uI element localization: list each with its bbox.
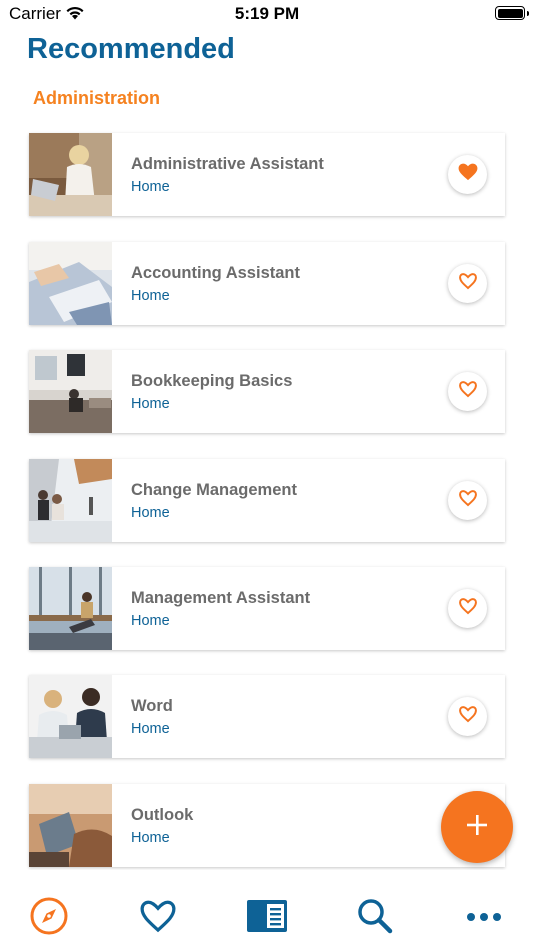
course-title: Administrative Assistant (131, 155, 324, 173)
tab-search[interactable] (353, 896, 397, 940)
tab-discover[interactable] (27, 896, 71, 940)
course-thumbnail (29, 675, 112, 758)
favorite-button[interactable] (448, 481, 487, 520)
course-title: Change Management (131, 481, 297, 499)
plus-icon (466, 814, 488, 841)
course-title: Word (131, 697, 173, 715)
course-thumbnail (29, 350, 112, 433)
course-thumbnail (29, 459, 112, 542)
tab-more[interactable] (462, 896, 506, 940)
course-category[interactable]: Home (131, 721, 170, 737)
course-thumbnail (29, 242, 112, 325)
course-category[interactable]: Home (131, 179, 170, 195)
more-icon (466, 909, 502, 927)
tab-bar (0, 870, 534, 950)
status-bar: Carrier 5:19 PM (0, 0, 534, 30)
course-card[interactable]: Outlook Home (29, 784, 505, 867)
course-thumbnail (29, 784, 112, 867)
heart-filled-icon (458, 163, 478, 186)
course-title: Outlook (131, 806, 194, 824)
course-thumbnail (29, 567, 112, 650)
tab-catalog[interactable] (245, 896, 289, 940)
course-card[interactable]: Change Management Home (29, 459, 505, 542)
course-thumbnail (29, 133, 112, 216)
search-icon (356, 897, 394, 940)
heart-outline-icon (458, 380, 478, 403)
course-title: Accounting Assistant (131, 264, 300, 282)
favorite-button[interactable] (448, 372, 487, 411)
course-title: Bookkeeping Basics (131, 372, 293, 390)
heart-outline-icon (458, 597, 478, 620)
section-title: Administration (33, 88, 161, 108)
tab-favorites[interactable] (136, 896, 180, 940)
catalog-icon (246, 899, 288, 938)
course-card[interactable]: Management Assistant Home (29, 567, 505, 650)
course-category[interactable]: Home (131, 396, 170, 412)
favorite-button[interactable] (448, 697, 487, 736)
heart-icon (138, 898, 178, 939)
course-category[interactable]: Home (131, 288, 170, 304)
course-title: Management Assistant (131, 589, 311, 607)
battery-icon (495, 6, 529, 20)
heart-outline-icon (458, 489, 478, 512)
course-card[interactable]: Bookkeeping Basics Home (29, 350, 505, 433)
add-fab-button[interactable] (441, 791, 513, 863)
course-card[interactable]: Accounting Assistant Home (29, 242, 505, 325)
course-category[interactable]: Home (131, 830, 170, 846)
course-category[interactable]: Home (131, 613, 170, 629)
course-card[interactable]: Word Home (29, 675, 505, 758)
course-category[interactable]: Home (131, 505, 170, 521)
favorite-button[interactable] (448, 155, 487, 194)
page-title: Recommended (27, 33, 235, 65)
course-card[interactable]: Administrative Assistant Home (29, 133, 505, 216)
favorite-button[interactable] (448, 589, 487, 628)
favorite-button[interactable] (448, 264, 487, 303)
heart-outline-icon (458, 705, 478, 728)
compass-icon (29, 896, 69, 941)
heart-outline-icon (458, 272, 478, 295)
clock: 5:19 PM (234, 4, 300, 23)
